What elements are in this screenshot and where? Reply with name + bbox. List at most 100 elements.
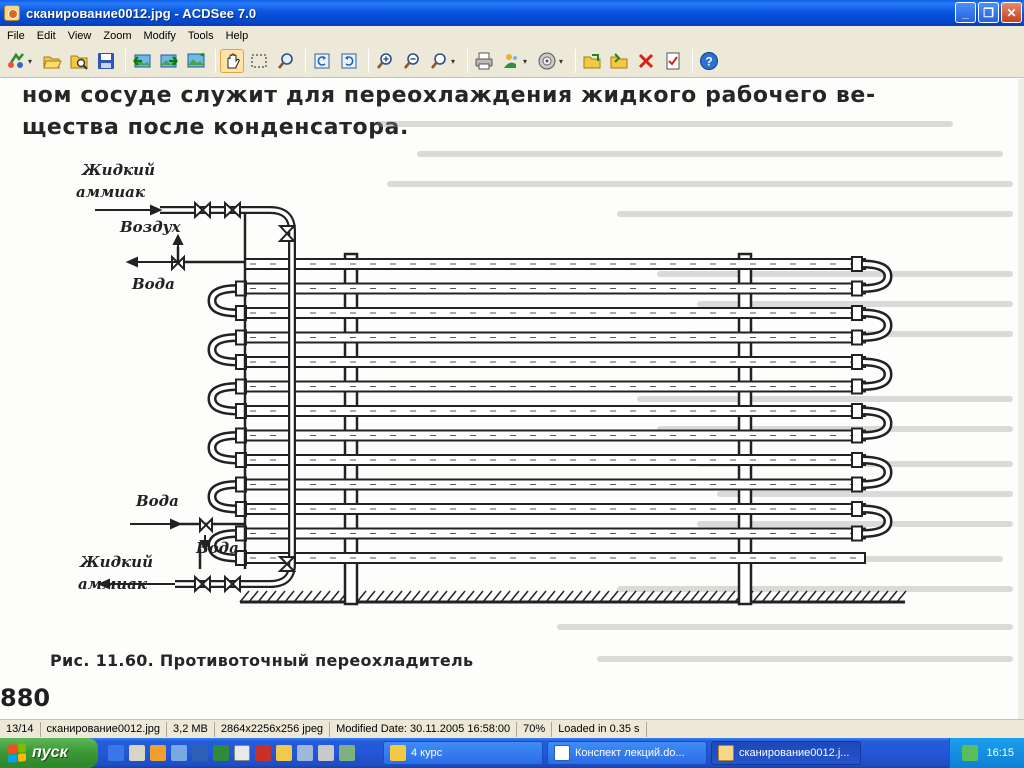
media-icon[interactable] bbox=[150, 745, 166, 761]
zoom-out-button[interactable] bbox=[400, 49, 424, 73]
hatch-line bbox=[266, 590, 277, 603]
acquire-icon bbox=[7, 52, 24, 68]
hatch-line bbox=[518, 590, 529, 603]
selection-rectangle-icon bbox=[251, 54, 267, 68]
menu-modify[interactable]: Modify bbox=[137, 30, 181, 42]
close-button[interactable]: ✕ bbox=[1001, 2, 1022, 23]
restore-button[interactable]: ❐ bbox=[978, 2, 999, 23]
email-button[interactable] bbox=[535, 49, 559, 73]
menu-zoom[interactable]: Zoom bbox=[97, 30, 137, 42]
hatch-line bbox=[446, 590, 457, 603]
prev-image-button[interactable] bbox=[130, 49, 154, 73]
clock[interactable]: 16:15 bbox=[986, 747, 1014, 759]
hatch-line bbox=[608, 590, 619, 603]
taskbar-item-folder[interactable]: 4 курс bbox=[383, 741, 543, 765]
toolbar-separator bbox=[575, 49, 576, 73]
hatch-line bbox=[662, 590, 673, 603]
open-folder-button[interactable] bbox=[40, 49, 64, 73]
excel-quicklaunch-icon[interactable] bbox=[213, 745, 229, 761]
powerpoint-quicklaunch-icon[interactable] bbox=[255, 745, 271, 761]
word-quicklaunch-icon[interactable] bbox=[192, 745, 208, 761]
help-button[interactable]: ? bbox=[697, 49, 721, 73]
email-dropdown[interactable]: ▾ bbox=[559, 57, 567, 66]
hatch-line bbox=[896, 590, 907, 603]
zoom-dropdown[interactable]: ▾ bbox=[451, 57, 459, 66]
browse-button[interactable] bbox=[67, 49, 91, 73]
rotate-left-icon bbox=[314, 53, 330, 69]
hatch-line bbox=[401, 590, 412, 603]
hatch-line bbox=[491, 590, 502, 603]
acquire-dropdown[interactable]: ▾ bbox=[28, 57, 36, 66]
status-file-size: 3,2 MB bbox=[167, 721, 215, 737]
disc-icon bbox=[538, 52, 556, 70]
menu-edit[interactable]: Edit bbox=[31, 30, 62, 42]
taskbar-item-acdsee[interactable]: сканирование0012.j... bbox=[711, 741, 861, 765]
slideshow-icon bbox=[187, 53, 205, 68]
move-to-folder-button[interactable] bbox=[607, 49, 631, 73]
save-button[interactable] bbox=[94, 49, 118, 73]
zoom-menu-button[interactable] bbox=[427, 49, 451, 73]
hatch-line bbox=[770, 590, 781, 603]
paint-quicklaunch-icon[interactable] bbox=[234, 745, 250, 761]
hatch-line bbox=[275, 590, 286, 603]
ie-quicklaunch-icon[interactable] bbox=[108, 745, 124, 761]
previous-image-icon bbox=[133, 54, 151, 68]
taskbar-item-word[interactable]: Конспект лекций.do... bbox=[547, 741, 707, 765]
zoom-out-icon bbox=[403, 53, 419, 69]
folder-quicklaunch-icon[interactable] bbox=[276, 745, 292, 761]
network-tray-icon[interactable] bbox=[962, 745, 979, 761]
copy-to-folder-button[interactable] bbox=[580, 49, 604, 73]
rotate-right-button[interactable] bbox=[337, 49, 361, 73]
start-button[interactable]: пуск bbox=[0, 738, 98, 768]
status-image-index: 13/14 bbox=[0, 721, 41, 737]
hatch-line bbox=[293, 590, 304, 603]
hatch-line bbox=[617, 590, 628, 603]
delete-button[interactable] bbox=[634, 49, 658, 73]
hatch-line bbox=[545, 590, 556, 603]
menu-tools[interactable]: Tools bbox=[182, 30, 220, 42]
next-image-button[interactable] bbox=[157, 49, 181, 73]
zoom-in-button[interactable] bbox=[373, 49, 397, 73]
image-viewport[interactable]: ном сосуде служит для переохлаждения жид… bbox=[0, 79, 1024, 719]
acdsee-app-icon[interactable] bbox=[4, 5, 20, 21]
zoom-tool-button[interactable] bbox=[274, 49, 298, 73]
move-to-folder-icon bbox=[610, 53, 628, 69]
wallpaper-button[interactable] bbox=[499, 49, 523, 73]
flange bbox=[851, 378, 863, 395]
hatch-line bbox=[419, 590, 430, 603]
hatch-line bbox=[779, 590, 790, 603]
select-tool-button[interactable] bbox=[247, 49, 271, 73]
hatch-line bbox=[725, 590, 736, 603]
hatch-line bbox=[599, 590, 610, 603]
taskbar: пуск 4 курс Конспект лекций.do... сканир… bbox=[0, 738, 1024, 768]
acquire-button[interactable] bbox=[4, 49, 28, 73]
menu-view[interactable]: View bbox=[62, 30, 98, 42]
hatch-line bbox=[284, 590, 295, 603]
pan-tool-button[interactable] bbox=[220, 49, 244, 73]
hatch-line bbox=[428, 590, 439, 603]
tool-quicklaunch-icon[interactable] bbox=[318, 745, 334, 761]
app-quicklaunch-icon[interactable] bbox=[297, 745, 313, 761]
title-bar[interactable]: сканирование0012.jpg - ACDSee 7.0 _ ❐ ✕ bbox=[0, 0, 1024, 26]
show-desktop-icon[interactable] bbox=[129, 745, 145, 761]
vertical-scrollbar[interactable] bbox=[1018, 79, 1024, 719]
right-support-column bbox=[737, 252, 753, 606]
scanned-page: ном сосуде служит для переохлаждения жид… bbox=[0, 79, 1024, 719]
person-quicklaunch-icon[interactable] bbox=[339, 745, 355, 761]
minimize-button[interactable]: _ bbox=[955, 2, 976, 23]
rotate-left-button[interactable] bbox=[310, 49, 334, 73]
folder-open-icon bbox=[43, 56, 62, 69]
menu-help[interactable]: Help bbox=[220, 30, 255, 42]
copy-to-folder-icon bbox=[583, 54, 601, 69]
next-image-icon bbox=[160, 54, 178, 68]
rotate-right-icon bbox=[341, 53, 357, 69]
wallpaper-dropdown[interactable]: ▾ bbox=[523, 57, 531, 66]
task-label: сканирование0012.j... bbox=[739, 747, 850, 759]
slideshow-button[interactable] bbox=[184, 49, 208, 73]
menu-file[interactable]: File bbox=[0, 30, 31, 42]
hatch-line bbox=[851, 590, 862, 603]
properties-button[interactable] bbox=[661, 49, 685, 73]
print-button[interactable] bbox=[472, 49, 496, 73]
explorer-icon[interactable] bbox=[171, 745, 187, 761]
left-support-column bbox=[343, 252, 359, 606]
